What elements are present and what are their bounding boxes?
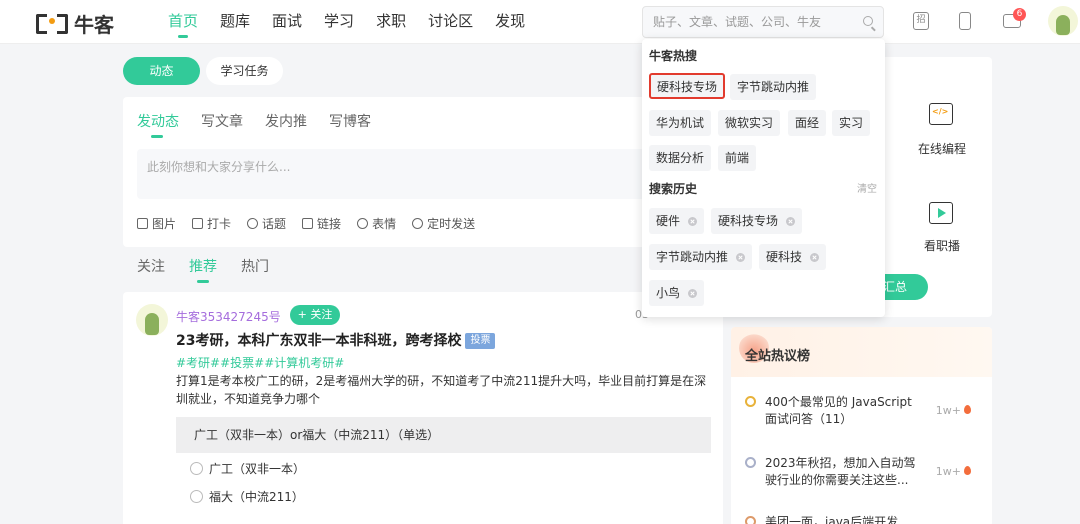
hot-board-title: 全站热议榜 (745, 349, 811, 364)
hot-search-title: 牛客热搜 (649, 49, 698, 63)
topic-icon (247, 218, 259, 229)
remove-icon[interactable] (688, 289, 698, 298)
follow-button[interactable]: + 关注 (290, 305, 340, 325)
clear-history-button[interactable]: 清空 (857, 180, 877, 195)
watch-live-link[interactable]: 看职播 (924, 237, 960, 254)
hot-search-chip[interactable]: 华为机试 (649, 110, 712, 136)
search-icon[interactable] (863, 16, 873, 26)
main-nav: 首页 题库 面试 学习 求职 讨论区 发现 (168, 0, 547, 44)
vote-tag: 投票 (465, 333, 496, 349)
post-title[interactable]: 23考研，本科广东双非一本非科班，跨考择校 投票 (176, 330, 496, 350)
hot-item[interactable]: 2023年秋招，想加入自动驾驶行业的你需要关注这些... 1w+ (745, 455, 985, 489)
history-chip[interactable]: 硬科技专场 (711, 208, 803, 234)
hot-search-chip[interactable]: 前端 (718, 145, 757, 171)
hot-item[interactable]: 美团一面，java后端开发 (745, 514, 985, 524)
feed-post: 牛客353427245号 + 关注 03 23考研，本科广东双非一本非科班，跨考… (123, 292, 723, 524)
tool-checkin[interactable]: 打卡 (192, 215, 231, 232)
recruit-icon[interactable]: 招 (913, 12, 929, 30)
feed-tabs: 关注 推荐 热门 (137, 256, 269, 283)
nav-job[interactable]: 求职 (376, 0, 406, 44)
hot-search-chip[interactable]: 微软实习 (718, 110, 781, 136)
silver-medal-icon (745, 457, 756, 468)
hot-search-chip[interactable]: 硬科技专场 (649, 73, 726, 99)
tool-emoji[interactable]: 表情 (357, 215, 396, 232)
poll-option[interactable]: 广工（双非一本） (176, 455, 711, 481)
link-icon (302, 218, 314, 229)
image-icon (137, 218, 148, 229)
post-hashtags[interactable]: #考研##投票##计算机考研# (176, 354, 344, 371)
remove-icon[interactable] (786, 217, 796, 226)
history-chip[interactable]: 硬件 (649, 208, 705, 234)
feed-tab-recommended[interactable]: 推荐 (189, 256, 217, 283)
hot-count: 1w+ (936, 463, 971, 480)
hot-search-chip[interactable]: 面经 (788, 110, 827, 136)
composer-tab-blog[interactable]: 写博客 (329, 111, 371, 131)
poll: 广工（双非一本）or福大（中流211）（单选） 广工（双非一本） 福大（中流21… (176, 417, 711, 524)
hot-board: 全站热议榜 400个最常见的 JavaScript 面试问答（11） 1w+ 2… (731, 327, 992, 524)
radio-icon[interactable] (190, 489, 203, 503)
history-chip[interactable]: 硬科技 (759, 244, 827, 270)
message-badge: 6 (1013, 8, 1026, 21)
search-dropdown: 牛客热搜 硬科技专场 字节跳动内推 华为机试 微软实习 面经 实习 数据分析 前… (642, 39, 885, 317)
search-box (642, 6, 884, 38)
nav-question-bank[interactable]: 题库 (220, 0, 250, 44)
brand-name: 牛客 (74, 13, 114, 37)
poll-option[interactable]: 福大（中流211） (176, 483, 711, 509)
tool-topic[interactable]: 话题 (247, 215, 286, 232)
history-chip[interactable]: 小鸟 (649, 280, 705, 306)
search-history-title: 搜索历史 (649, 182, 698, 196)
bronze-medal-icon (745, 516, 756, 524)
logo[interactable]: 牛客 (36, 9, 114, 38)
hot-search-chip[interactable]: 实习 (832, 110, 871, 136)
clock-icon (412, 218, 424, 229)
radio-icon[interactable] (190, 461, 203, 475)
remove-icon[interactable] (736, 253, 746, 262)
hot-search-chip[interactable]: 数据分析 (649, 145, 712, 171)
nav-discuss[interactable]: 讨论区 (428, 0, 473, 44)
feed-tab-following[interactable]: 关注 (137, 256, 165, 276)
mobile-icon[interactable] (959, 12, 971, 30)
composer-tab-post[interactable]: 发动态 (137, 111, 179, 138)
checkin-icon (192, 218, 204, 229)
nav-home[interactable]: 首页 (168, 0, 198, 44)
tab-study-tasks[interactable]: 学习任务 (206, 57, 283, 85)
gold-medal-icon (745, 396, 756, 407)
poll-question: 广工（双非一本）or福大（中流211）（单选） (176, 417, 711, 453)
composer-tab-article[interactable]: 写文章 (201, 111, 243, 131)
tool-link[interactable]: 链接 (302, 215, 341, 232)
composer-input[interactable]: 此刻你想和大家分享什么... (137, 149, 717, 199)
logo-icon (36, 12, 68, 36)
tool-image[interactable]: 图片 (137, 215, 176, 232)
online-coding-link[interactable]: 在线编程 (918, 140, 966, 157)
post-body: 打算1是考本校广工的研，2是考福州大学的研，不知道考了中流211提升大吗，毕业目… (176, 374, 707, 406)
code-icon[interactable] (929, 103, 953, 125)
nav-discover[interactable]: 发现 (495, 0, 525, 44)
post-username[interactable]: 牛客353427245号 (176, 308, 281, 325)
feed-tab-hot[interactable]: 热门 (241, 256, 269, 276)
post-avatar[interactable] (136, 304, 168, 336)
post-composer: 发动态 写文章 发内推 写博客 此刻你想和大家分享什么... 图片 打卡 话题 … (123, 97, 723, 247)
composer-tab-referral[interactable]: 发内推 (265, 111, 307, 131)
search-input[interactable] (643, 7, 843, 37)
emoji-icon (357, 218, 369, 229)
history-chip[interactable]: 字节跳动内推 (649, 244, 753, 270)
user-avatar[interactable] (1048, 6, 1078, 36)
nav-learn[interactable]: 学习 (324, 0, 354, 44)
tool-schedule[interactable]: 定时发送 (412, 215, 475, 232)
hot-item[interactable]: 400个最常见的 JavaScript 面试问答（11） 1w+ (745, 394, 985, 428)
remove-icon[interactable] (688, 217, 698, 226)
tv-icon[interactable] (929, 202, 953, 224)
nav-interview[interactable]: 面试 (272, 0, 302, 44)
hot-count: 1w+ (936, 402, 971, 419)
remove-icon[interactable] (810, 253, 820, 262)
top-bar: 牛客 首页 题库 面试 学习 求职 讨论区 发现 招 6 (0, 0, 1080, 44)
tab-feed[interactable]: 动态 (123, 57, 200, 85)
hot-search-chip[interactable]: 字节跳动内推 (730, 74, 817, 100)
